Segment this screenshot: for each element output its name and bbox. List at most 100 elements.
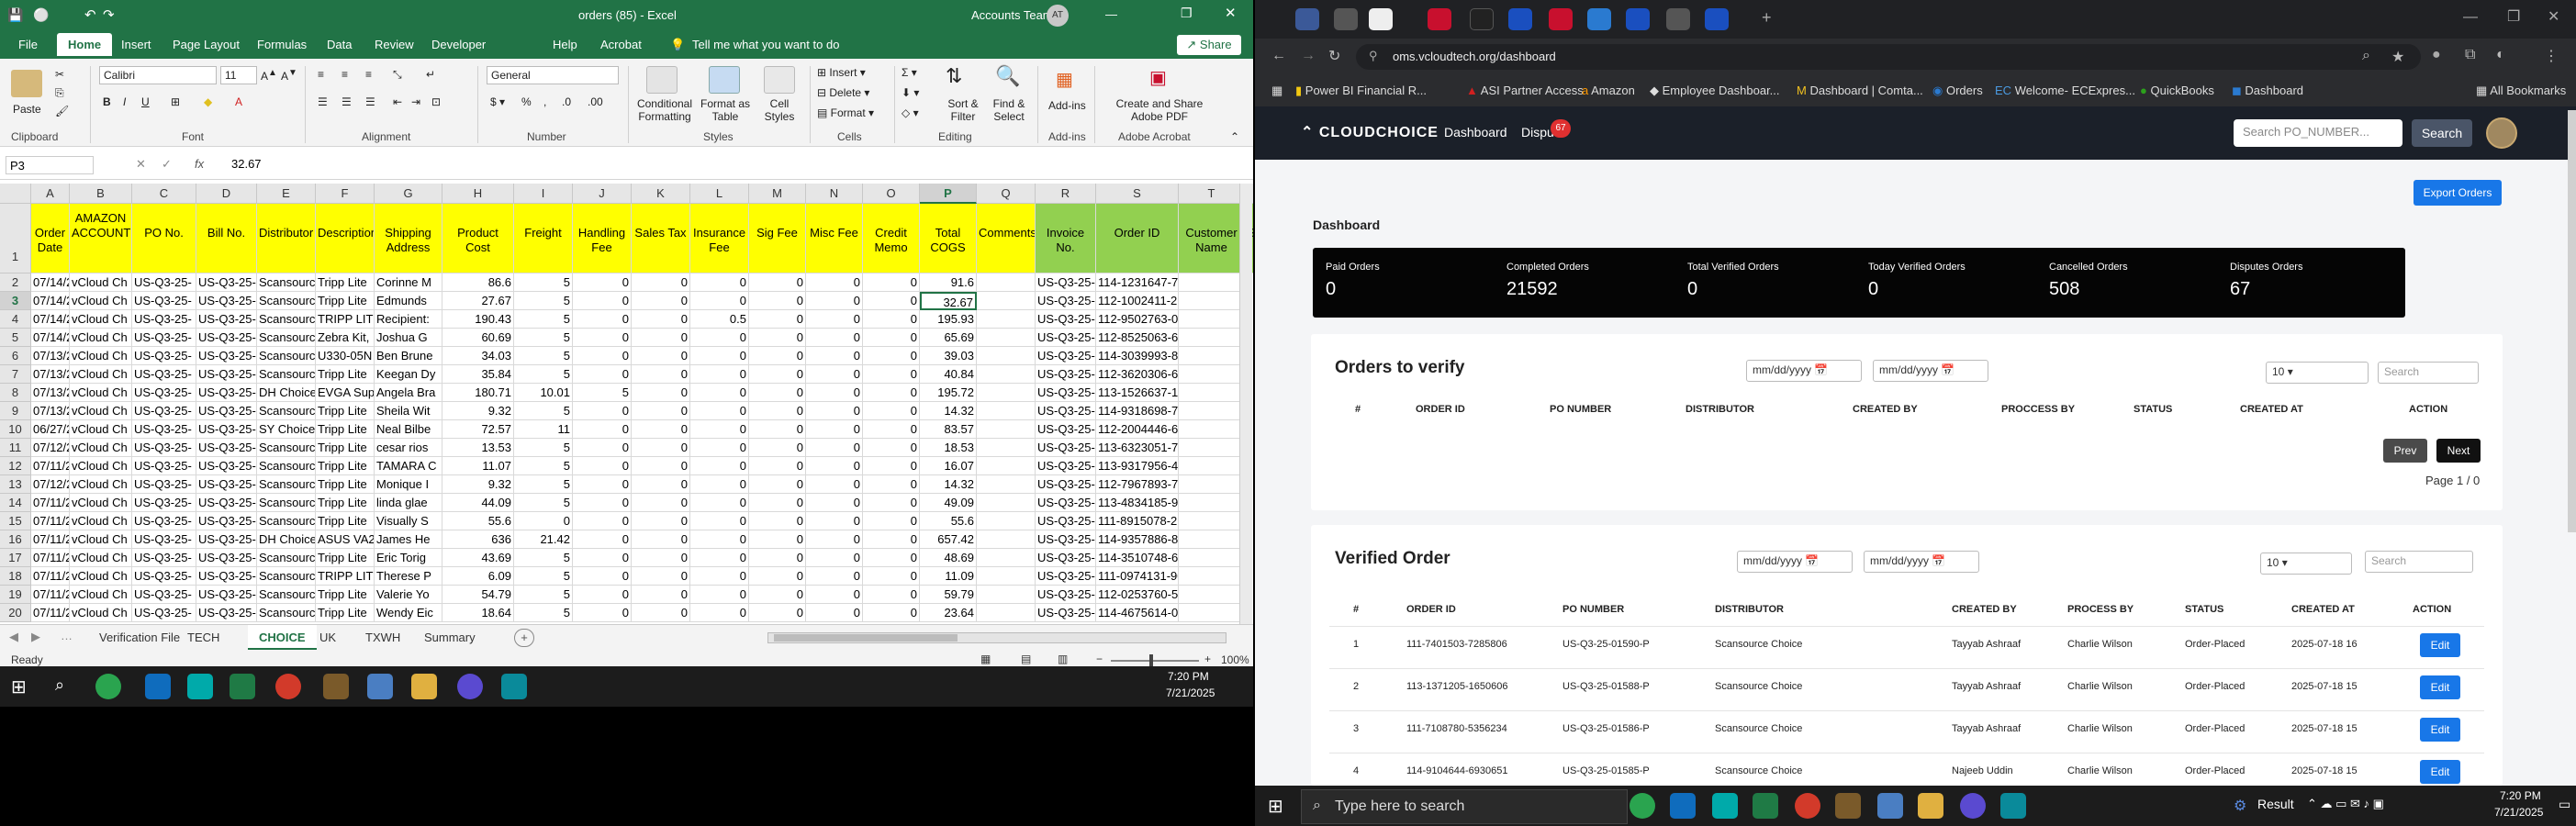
table-cell[interactable]: 0 [749,530,806,549]
table-cell[interactable]: US-Q3-25- [1036,586,1096,604]
align-bottom-icon[interactable]: ≡ [365,68,372,81]
save-icon[interactable]: 💾 [7,7,23,23]
table-cell[interactable]: vCloud Ch [70,494,132,512]
table-cell[interactable]: 0 [863,273,920,292]
po-search-input[interactable]: Search PO_NUMBER... [2234,119,2402,147]
column-title-cell[interactable]: Bill No. [196,204,257,273]
excel-icon[interactable] [230,674,255,699]
table-cell[interactable]: 54.79 [442,586,514,604]
column-header[interactable]: A [31,184,70,204]
tab-insert[interactable]: Insert [121,38,151,51]
search-icon[interactable]: ⌕ [55,675,64,695]
column-header[interactable]: R [1036,184,1096,204]
table-cell[interactable]: Eric Torig [375,549,442,567]
align-top-icon[interactable]: ≡ [318,68,324,81]
table-cell[interactable] [977,292,1036,310]
table-cell[interactable]: 11 [514,420,573,439]
column-title-cell[interactable]: Order ID [1096,204,1179,273]
table-cell[interactable]: 0 [690,292,749,310]
table-cell[interactable]: 0 [749,439,806,457]
table-cell[interactable] [977,439,1036,457]
table-cell[interactable]: 0 [573,567,632,586]
browser-minimize-icon[interactable]: — [2463,9,2478,26]
table-cell[interactable]: 0 [573,586,632,604]
add-ins-icon[interactable]: ▦ [1056,68,1073,91]
table-cell[interactable]: 5 [514,549,573,567]
table-cell[interactable]: 5 [514,273,573,292]
table-cell[interactable]: vCloud Ch [70,567,132,586]
site-info-icon[interactable]: ⚲ [1369,49,1378,63]
table-cell[interactable]: 0 [514,512,573,530]
table-cell[interactable]: 49.09 [920,494,977,512]
row-header[interactable]: 7 [0,365,31,384]
table-cell[interactable]: 07/11/202 [31,530,70,549]
table-cell[interactable]: 5 [514,365,573,384]
stat-card[interactable]: Total Verified Orders 0 [1674,248,1863,318]
table-cell[interactable]: vCloud Ch [70,530,132,549]
table-cell[interactable]: TAMARA C [375,457,442,475]
verify-start-date[interactable]: mm/dd/yyyy 📅 [1746,360,1862,382]
forward-icon[interactable]: → [1301,48,1316,64]
table-cell[interactable] [1179,420,1245,439]
browser-tab-icon[interactable] [1334,8,1358,30]
increase-decimal-icon[interactable]: .0 [562,95,571,108]
table-cell[interactable]: Scansourc [257,586,316,604]
table-cell[interactable]: 114-9318698-7987430 [1096,402,1179,420]
table-cell[interactable]: 0 [573,512,632,530]
column-header[interactable]: F [316,184,375,204]
table-cell[interactable]: 0 [806,329,863,347]
table-cell[interactable]: US-Q3-25- [132,604,196,622]
table-cell[interactable]: vCloud Ch [70,273,132,292]
table-cell[interactable]: 5 [573,384,632,402]
table-cell[interactable]: 112-3620306-6708205 [1096,365,1179,384]
calculator-icon[interactable] [1877,793,1903,819]
table-cell[interactable]: 0 [573,273,632,292]
table-cell[interactable]: 0 [690,457,749,475]
table-cell[interactable]: 0 [690,273,749,292]
zoom-out-icon[interactable]: − [1096,653,1103,665]
table-cell[interactable]: 10.01 [514,384,573,402]
table-cell[interactable]: 91.6 [920,273,977,292]
table-cell[interactable]: vCloud Ch [70,402,132,420]
table-cell[interactable]: 0 [806,475,863,494]
browser-tab-icon[interactable] [1626,8,1650,30]
column-title-cell[interactable]: Sig Fee [749,204,806,273]
format-as-table-button[interactable]: Format as Table [698,97,753,123]
table-cell[interactable]: Tripp Lite [316,292,375,310]
export-orders-button[interactable]: Export Orders [2414,180,2502,206]
table-cell[interactable]: 0 [632,567,690,586]
table-cell[interactable]: 5 [514,292,573,310]
table-cell[interactable]: 35.84 [442,365,514,384]
table-cell[interactable]: DH Choice [257,530,316,549]
stat-card[interactable]: Disputes Orders 67 [2217,248,2405,318]
verify-search-input[interactable]: Search [2378,362,2479,384]
table-cell[interactable]: ASUS VA2 [316,530,375,549]
table-cell[interactable]: US-Q3-25- [1036,549,1096,567]
row-header[interactable]: 13 [0,475,31,494]
table-cell[interactable]: vCloud Ch [70,365,132,384]
table-cell[interactable]: US-Q3-25- [196,530,257,549]
table-cell[interactable]: 83.57 [920,420,977,439]
page-layout-icon[interactable]: ▤ [1021,653,1031,665]
cut-icon[interactable]: ✂ [55,68,64,81]
stat-card[interactable]: Cancelled Orders 508 [2036,248,2224,318]
zoom-level[interactable]: 100% [1221,653,1249,666]
table-cell[interactable] [977,549,1036,567]
table-cell[interactable]: US-Q3-25- [196,604,257,622]
table-cell[interactable]: 0 [573,347,632,365]
table-cell[interactable]: 0 [749,292,806,310]
table-cell[interactable]: Recipient: [375,310,442,329]
tab-file[interactable]: File [18,38,38,51]
table-cell[interactable] [1179,604,1245,622]
sheet-tab[interactable]: TXWH [354,625,411,651]
column-header[interactable]: D [196,184,257,204]
table-cell[interactable]: 0 [632,475,690,494]
table-cell[interactable]: 06/27/202 [31,420,70,439]
table-cell[interactable]: 0 [690,475,749,494]
table-cell[interactable]: 0 [690,402,749,420]
table-cell[interactable]: 0 [690,347,749,365]
row-header[interactable]: 1 [0,204,31,273]
table-cell[interactable]: 07/12/202 [31,439,70,457]
table-cell[interactable]: 0 [806,292,863,310]
table-cell[interactable]: 0 [573,494,632,512]
